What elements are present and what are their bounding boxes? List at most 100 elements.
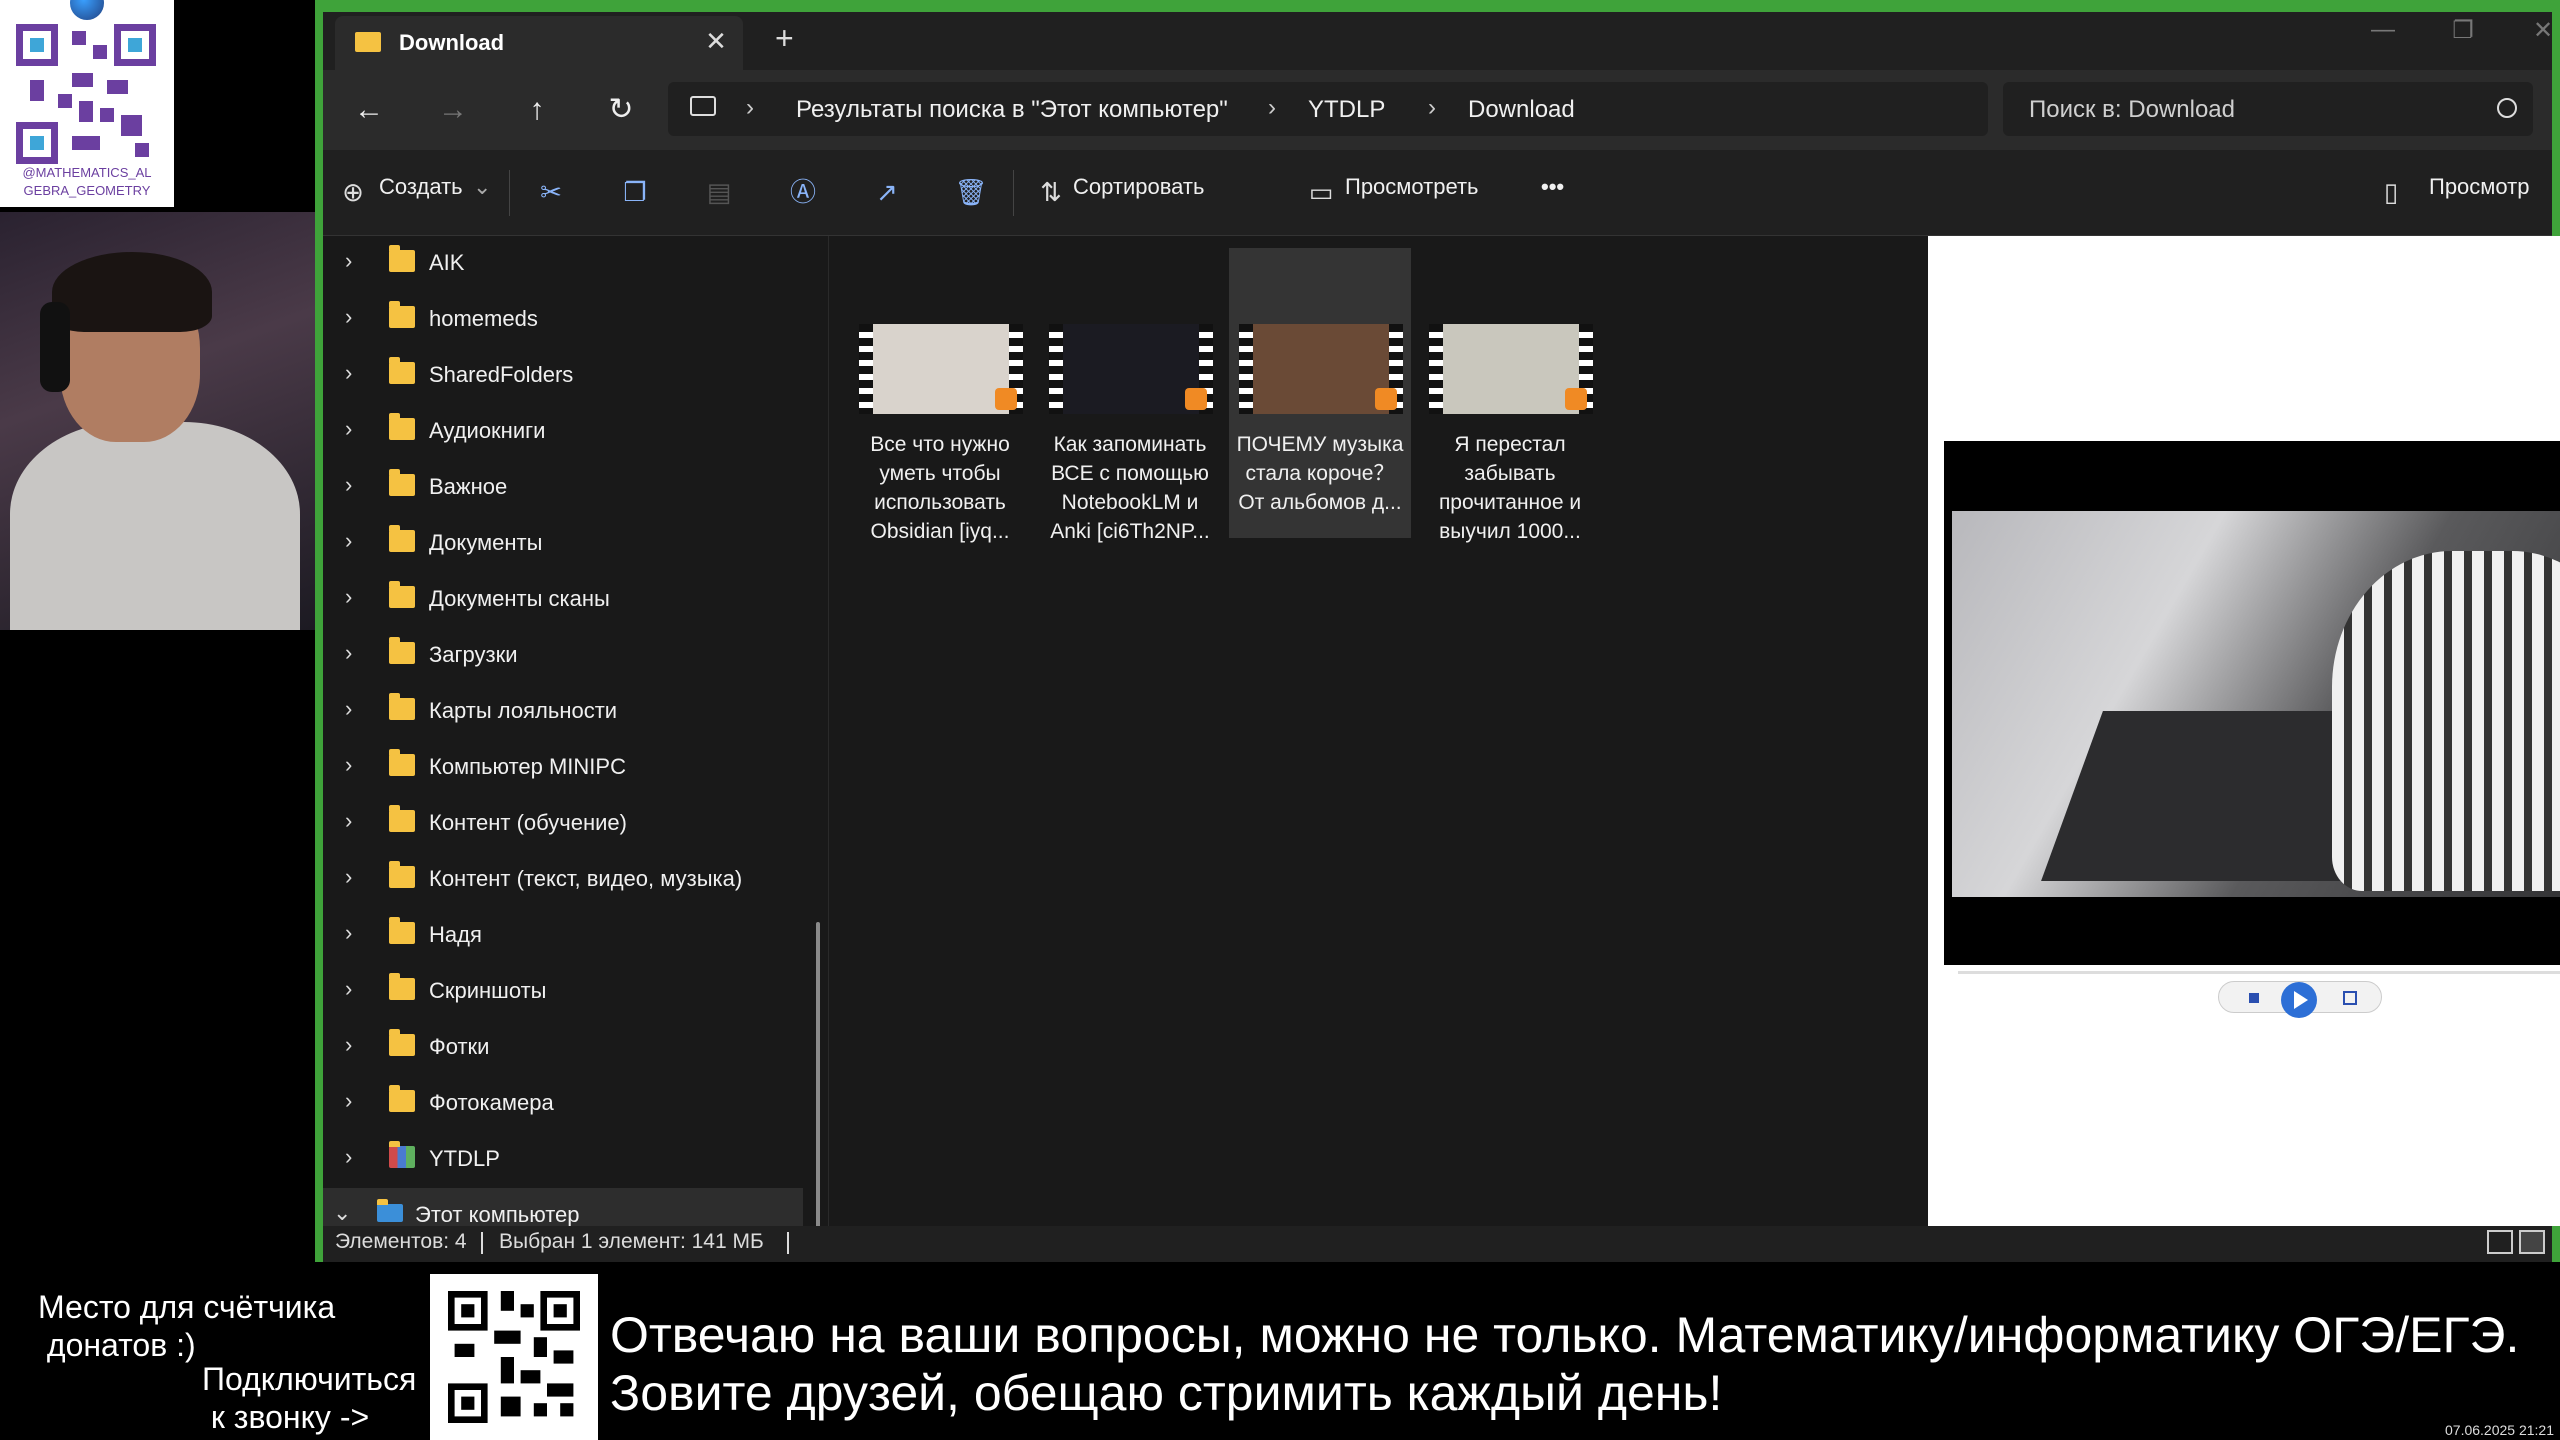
chevron-down-icon[interactable]: ⌄ [333, 1200, 351, 1226]
video-thumbnail [1239, 324, 1403, 414]
file-explorer-window: Download ✕ + — ❐ ✕ ← → ↑ ↻ › Результаты … [315, 0, 2560, 1262]
nav-pane-scrollbar[interactable] [816, 922, 820, 1226]
video-preview [1944, 441, 2560, 965]
rename-icon[interactable]: Ⓐ [783, 172, 823, 212]
chevron-right-icon[interactable]: › [345, 472, 352, 498]
breadcrumb-separator: › [746, 94, 754, 121]
chevron-right-icon[interactable]: › [345, 808, 352, 834]
tree-item[interactable]: › Фотки [323, 1020, 803, 1072]
chevron-right-icon[interactable]: › [345, 976, 352, 1002]
details-view-icon[interactable] [2487, 1230, 2513, 1254]
tree-item[interactable]: › Загрузки [323, 628, 803, 680]
preview-pane [1928, 236, 2560, 1226]
stop-button[interactable] [2249, 993, 2259, 1003]
forward-button[interactable]: → [431, 90, 475, 130]
tab-download[interactable]: Download ✕ [335, 16, 743, 70]
up-button[interactable]: ↑ [515, 90, 559, 130]
tree-item[interactable]: › homemeds [323, 292, 803, 344]
file-name: Я перестал забывать прочитанное и выучил… [1438, 433, 1582, 543]
tree-item[interactable]: › Карты лояльности [323, 684, 803, 736]
file-tile[interactable]: Я перестал забывать прочитанное и выучил… [1419, 248, 1601, 543]
tree-item[interactable]: › Документы сканы [323, 572, 803, 624]
chevron-right-icon[interactable]: › [345, 1088, 352, 1114]
cut-icon[interactable]: ✂ [531, 172, 571, 212]
popout-button[interactable] [2343, 991, 2357, 1005]
tree-item[interactable]: › Важное [323, 460, 803, 512]
file-tile[interactable]: Все что нужно уметь чтобы использовать O… [849, 248, 1031, 543]
view-button[interactable]: Просмотреть [1345, 174, 1479, 200]
minimize-button[interactable]: — [2353, 16, 2413, 44]
chevron-right-icon[interactable]: › [345, 1032, 352, 1058]
chevron-right-icon[interactable]: › [345, 752, 352, 778]
toolbar-divider [1013, 170, 1014, 216]
file-tile[interactable]: ПОЧЕМУ музыка стала короче？ От альбомов … [1229, 248, 1411, 538]
chevron-right-icon[interactable]: › [345, 920, 352, 946]
preview-pane-button[interactable]: Просмотр [2429, 174, 2529, 200]
chevron-right-icon[interactable]: › [345, 304, 352, 330]
tree-item-label: Контент (текст, видео, музыка) [429, 866, 743, 891]
qr-code-icon [448, 1291, 580, 1423]
tree-item[interactable]: › Скриншоты [323, 964, 803, 1016]
close-window-button[interactable]: ✕ [2513, 16, 2560, 45]
address-bar[interactable]: › Результаты поиска в "Этот компьютер" ›… [668, 82, 1988, 136]
tab-close-button[interactable]: ✕ [701, 26, 731, 57]
tree-item[interactable]: › SharedFolders [323, 348, 803, 400]
new-tab-button[interactable]: + [775, 20, 794, 57]
folder-icon [355, 32, 381, 52]
search-icon [2497, 98, 2517, 118]
chevron-right-icon[interactable]: › [345, 360, 352, 386]
tree-item[interactable]: ⌄ Этот компьютер [323, 1188, 803, 1226]
status-divider [481, 1232, 483, 1254]
plus-circle-icon: ⊕ [342, 177, 364, 207]
tree-item-label: Документы [429, 530, 543, 555]
tree-item[interactable]: › Компьютер MINIPC [323, 740, 803, 792]
breadcrumb-search-results[interactable]: Результаты поиска в "Этот компьютер" [796, 96, 1228, 124]
chevron-right-icon[interactable]: › [345, 248, 352, 274]
call-qr-card[interactable] [430, 1274, 598, 1440]
back-button[interactable]: ← [347, 90, 391, 130]
folder-icon [389, 1085, 415, 1112]
seek-bar[interactable] [1958, 971, 2560, 974]
tree-item[interactable]: › AIK [323, 236, 803, 288]
tree-item[interactable]: › Аудиокниги [323, 404, 803, 456]
tree-item[interactable]: › Документы [323, 516, 803, 568]
search-input[interactable]: Поиск в: Download [2003, 82, 2533, 136]
tree-item[interactable]: › Фотокамера [323, 1076, 803, 1128]
chevron-right-icon[interactable]: › [345, 416, 352, 442]
tree-item[interactable]: › Контент (текст, видео, музыка) [323, 852, 803, 904]
search-placeholder: Поиск в: Download [2029, 96, 2235, 123]
chevron-right-icon[interactable]: › [345, 528, 352, 554]
create-button[interactable]: Создать [379, 174, 463, 200]
folder-icon [389, 917, 415, 944]
tree-item-label: Фотокамера [429, 1090, 554, 1115]
headset-icon [40, 302, 70, 392]
tree-item[interactable]: › Контент (обучение) [323, 796, 803, 848]
chevron-right-icon[interactable]: › [345, 864, 352, 890]
more-options-button[interactable]: ••• [1541, 174, 1564, 200]
breadcrumb-download[interactable]: Download [1468, 96, 1575, 124]
share-icon[interactable]: ↗ [867, 172, 907, 212]
chevron-right-icon[interactable]: › [345, 640, 352, 666]
breadcrumb-ytdlp[interactable]: YTDLP [1308, 96, 1385, 124]
copy-icon[interactable]: ❐ [615, 172, 655, 212]
file-tile[interactable]: Как запоминать ВСЕ с помощью NotebookLM … [1039, 248, 1221, 543]
maximize-button[interactable]: ❐ [2433, 16, 2493, 45]
sort-button[interactable]: Сортировать [1073, 174, 1204, 200]
paste-icon[interactable]: ▤ [699, 172, 739, 212]
preview-pane-icon: ▯ [2383, 177, 2399, 207]
tree-item[interactable]: › YTDLP [323, 1132, 803, 1184]
chevron-right-icon[interactable]: › [345, 696, 352, 722]
delete-icon[interactable]: 🗑 [951, 172, 991, 212]
folder-icon [389, 637, 415, 664]
computer-icon [377, 1199, 403, 1222]
tree-item[interactable]: › Надя [323, 908, 803, 960]
play-button[interactable] [2281, 982, 2317, 1018]
file-name: Все что нужно уметь чтобы использовать O… [870, 433, 1010, 543]
chevron-right-icon[interactable]: › [345, 584, 352, 610]
refresh-button[interactable]: ↻ [599, 90, 643, 130]
tiles-view-icon[interactable] [2519, 1230, 2545, 1254]
chevron-right-icon[interactable]: › [345, 1144, 352, 1170]
folder-icon [389, 861, 415, 888]
call-prompt-label: Подключиться к звонку -> [202, 1361, 417, 1435]
tree-item-label: Загрузки [429, 642, 518, 667]
